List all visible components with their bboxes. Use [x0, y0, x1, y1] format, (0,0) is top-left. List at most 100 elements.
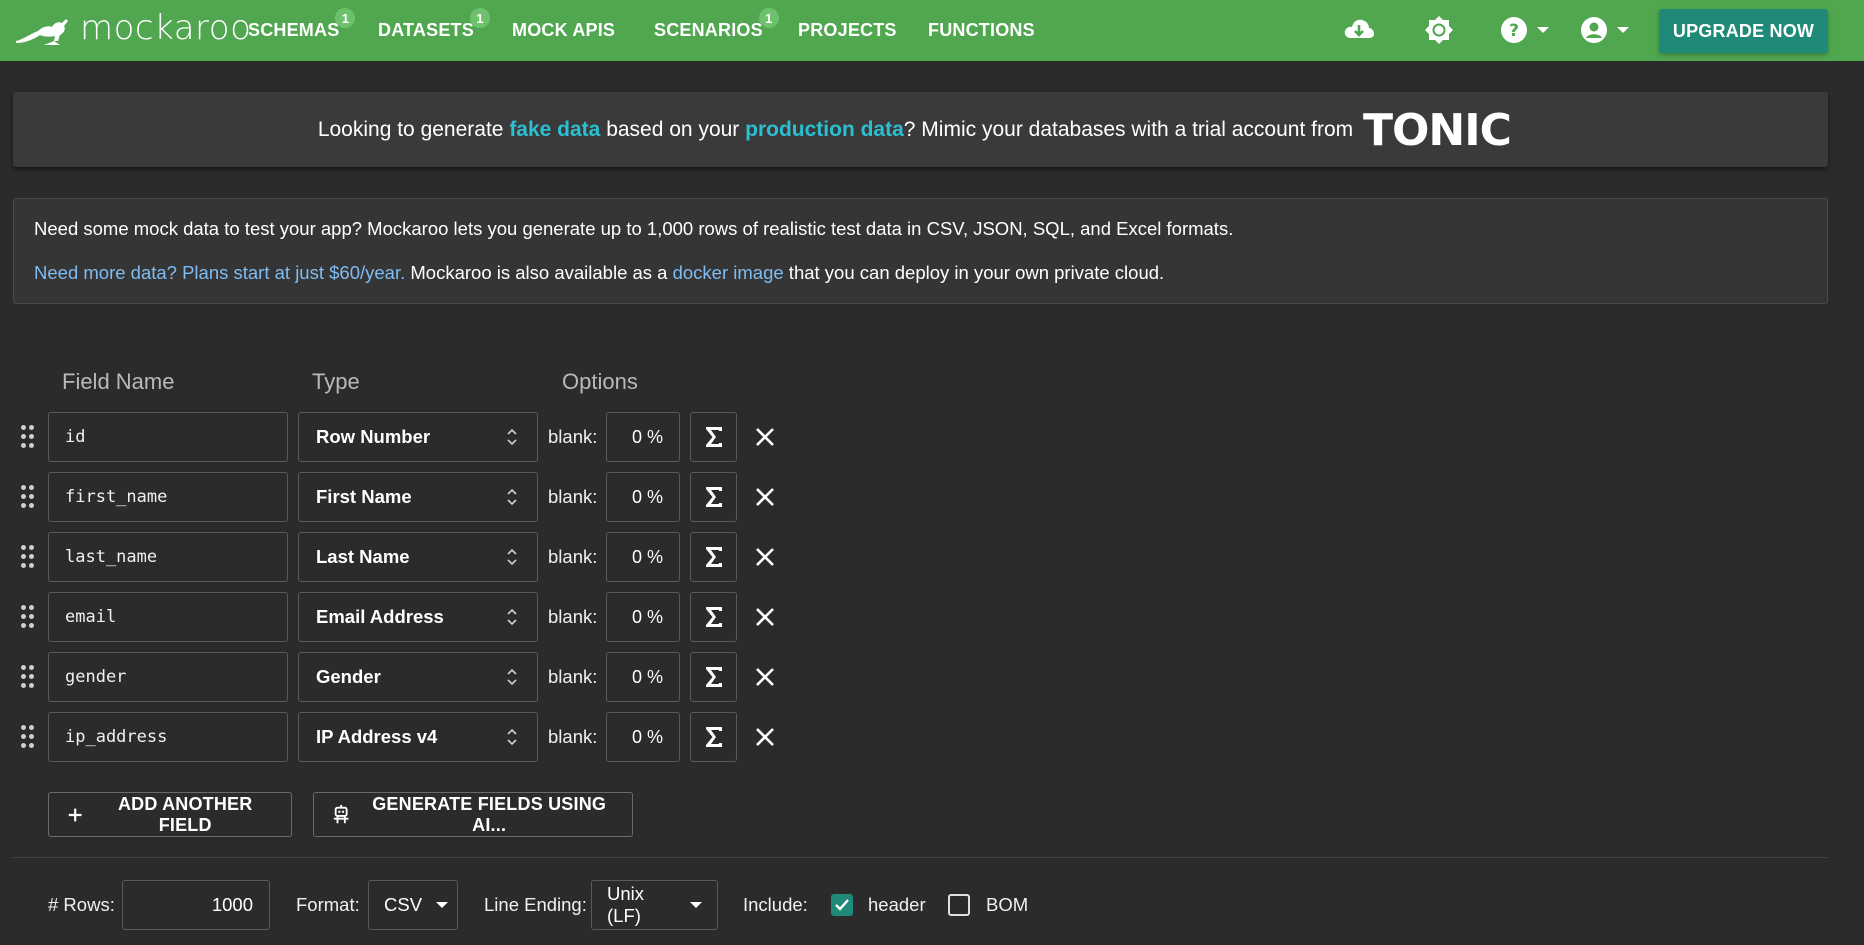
rows-input[interactable]: 1000 — [122, 880, 270, 930]
nav-label: MOCK APIS — [512, 20, 616, 40]
close-icon — [756, 668, 774, 686]
banner-text-part: Looking to generate — [317, 117, 510, 141]
banner-text-part: based on your — [600, 117, 746, 141]
tonic-logo-text: TONIC — [1363, 110, 1511, 150]
drag-handle-icon[interactable] — [21, 665, 35, 689]
caret-down-icon — [690, 902, 702, 908]
caret-down-icon — [436, 902, 449, 908]
tonic-banner[interactable]: Looking to generate fake data based on y… — [13, 92, 1828, 167]
blank-percent-input[interactable]: 0 % — [606, 712, 680, 762]
line-ending-value: Unix (LF) — [607, 883, 645, 926]
sigma-icon — [705, 727, 722, 747]
field-name-input[interactable] — [48, 592, 288, 642]
field-type-select[interactable]: Row Number — [298, 412, 538, 462]
bom-option-label: BOM — [986, 894, 1029, 915]
blank-label: blank: — [548, 486, 598, 507]
brand-name: mockaroo — [80, 8, 252, 48]
bom-checkbox[interactable] — [948, 894, 970, 916]
header-option-label: header — [868, 894, 926, 915]
docker-image-link[interactable]: docker image — [673, 262, 784, 283]
line-ending-dropdown[interactable]: Unix (LF) — [591, 880, 718, 930]
blank-label: blank: — [548, 426, 598, 447]
select-arrows-icon — [507, 428, 517, 446]
remove-field-button[interactable] — [754, 666, 776, 688]
field-type-select[interactable]: Last Name — [298, 532, 538, 582]
nav-scenarios[interactable]: SCENARIOS 1 — [654, 8, 779, 41]
blank-label: blank: — [548, 546, 598, 567]
nav-functions[interactable]: FUNCTIONS — [928, 20, 1035, 41]
field-name-input[interactable] — [48, 412, 288, 462]
field-row-last-name: Last Name blank: 0 % — [0, 532, 800, 582]
field-type-label: First Name — [316, 486, 412, 507]
drag-handle-icon[interactable] — [21, 605, 35, 629]
close-icon — [756, 428, 774, 446]
field-name-input[interactable] — [48, 472, 288, 522]
blank-percent-input[interactable]: 0 % — [606, 412, 680, 462]
chevron-down-icon — [1537, 27, 1549, 33]
account-menu[interactable] — [1580, 16, 1630, 44]
help-menu[interactable]: ? — [1500, 16, 1550, 44]
formula-button[interactable] — [690, 592, 737, 642]
blank-percent-input[interactable]: 0 % — [606, 472, 680, 522]
drag-handle-icon[interactable] — [21, 485, 35, 509]
robot-icon — [333, 804, 349, 823]
banner-highlight-production-data: production data — [745, 117, 904, 141]
field-name-header: Field Name — [62, 369, 175, 394]
drag-handle-icon[interactable] — [21, 545, 35, 569]
remove-field-button[interactable] — [754, 606, 776, 628]
plans-link[interactable]: Need more data? Plans start at just $60/… — [34, 262, 405, 283]
drag-handle-icon[interactable] — [21, 425, 35, 449]
brightness-icon[interactable] — [1424, 15, 1454, 50]
remove-field-button[interactable] — [754, 426, 776, 448]
banner-highlight-fake-data: fake data — [509, 117, 601, 141]
generate-fields-ai-button[interactable]: GENERATE FIELDS USING AI... — [313, 792, 633, 837]
options-header: Options — [562, 369, 638, 394]
format-dropdown[interactable]: CSV — [368, 880, 458, 930]
brand-logo[interactable]: mockaroo — [14, 8, 251, 48]
remove-field-button[interactable] — [754, 726, 776, 748]
svg-text:?: ? — [1509, 21, 1519, 41]
nav-datasets[interactable]: DATASETS 1 — [378, 8, 490, 41]
nav-projects[interactable]: PROJECTS — [798, 20, 897, 41]
add-another-field-button[interactable]: ADD ANOTHER FIELD — [48, 792, 292, 837]
field-type-label: Email Address — [316, 606, 444, 627]
close-icon — [756, 728, 774, 746]
blank-percent-input[interactable]: 0 % — [606, 592, 680, 642]
checkmark-icon — [835, 899, 849, 911]
drag-handle-icon[interactable] — [21, 725, 35, 749]
blank-percent-input[interactable]: 0 % — [606, 532, 680, 582]
info-text: that you can deploy in your own private … — [783, 262, 1165, 283]
blank-percent-input[interactable]: 0 % — [606, 652, 680, 702]
field-type-select[interactable]: Gender — [298, 652, 538, 702]
select-arrows-icon — [507, 548, 517, 566]
select-arrows-icon — [507, 488, 517, 506]
field-name-input[interactable] — [48, 712, 288, 762]
banner-text: Looking to generate fake data based on y… — [318, 118, 1353, 142]
formula-button[interactable] — [690, 652, 737, 702]
info-line-1: Need some mock data to test your app? Mo… — [34, 218, 1234, 239]
banner-text-part: ? Mimic your databases with a trial acco… — [903, 117, 1354, 141]
nav-badge: 1 — [758, 8, 779, 28]
remove-field-button[interactable] — [754, 486, 776, 508]
line-ending-label: Line Ending: — [484, 894, 587, 915]
field-type-select[interactable]: Email Address — [298, 592, 538, 642]
nav-schemas[interactable]: SCHEMAS 1 — [248, 8, 356, 41]
format-value: CSV — [384, 894, 423, 915]
formula-button[interactable] — [690, 532, 737, 582]
help-icon: ? — [1501, 17, 1527, 43]
field-type-select[interactable]: IP Address v4 — [298, 712, 538, 762]
formula-button[interactable] — [690, 412, 737, 462]
nav-mock-apis[interactable]: MOCK APIS — [512, 20, 615, 41]
field-type-select[interactable]: First Name — [298, 472, 538, 522]
sigma-icon — [705, 547, 722, 567]
field-name-input[interactable] — [48, 532, 288, 582]
field-name-input[interactable] — [48, 652, 288, 702]
header-checkbox[interactable] — [831, 894, 853, 916]
upgrade-now-button[interactable]: UPGRADE NOW — [1659, 9, 1828, 53]
remove-field-button[interactable] — [754, 546, 776, 568]
formula-button[interactable] — [690, 472, 737, 522]
format-label: Format: — [296, 894, 360, 915]
nav-label: FUNCTIONS — [928, 20, 1035, 40]
cloud-download-icon[interactable] — [1343, 16, 1375, 49]
formula-button[interactable] — [690, 712, 737, 762]
